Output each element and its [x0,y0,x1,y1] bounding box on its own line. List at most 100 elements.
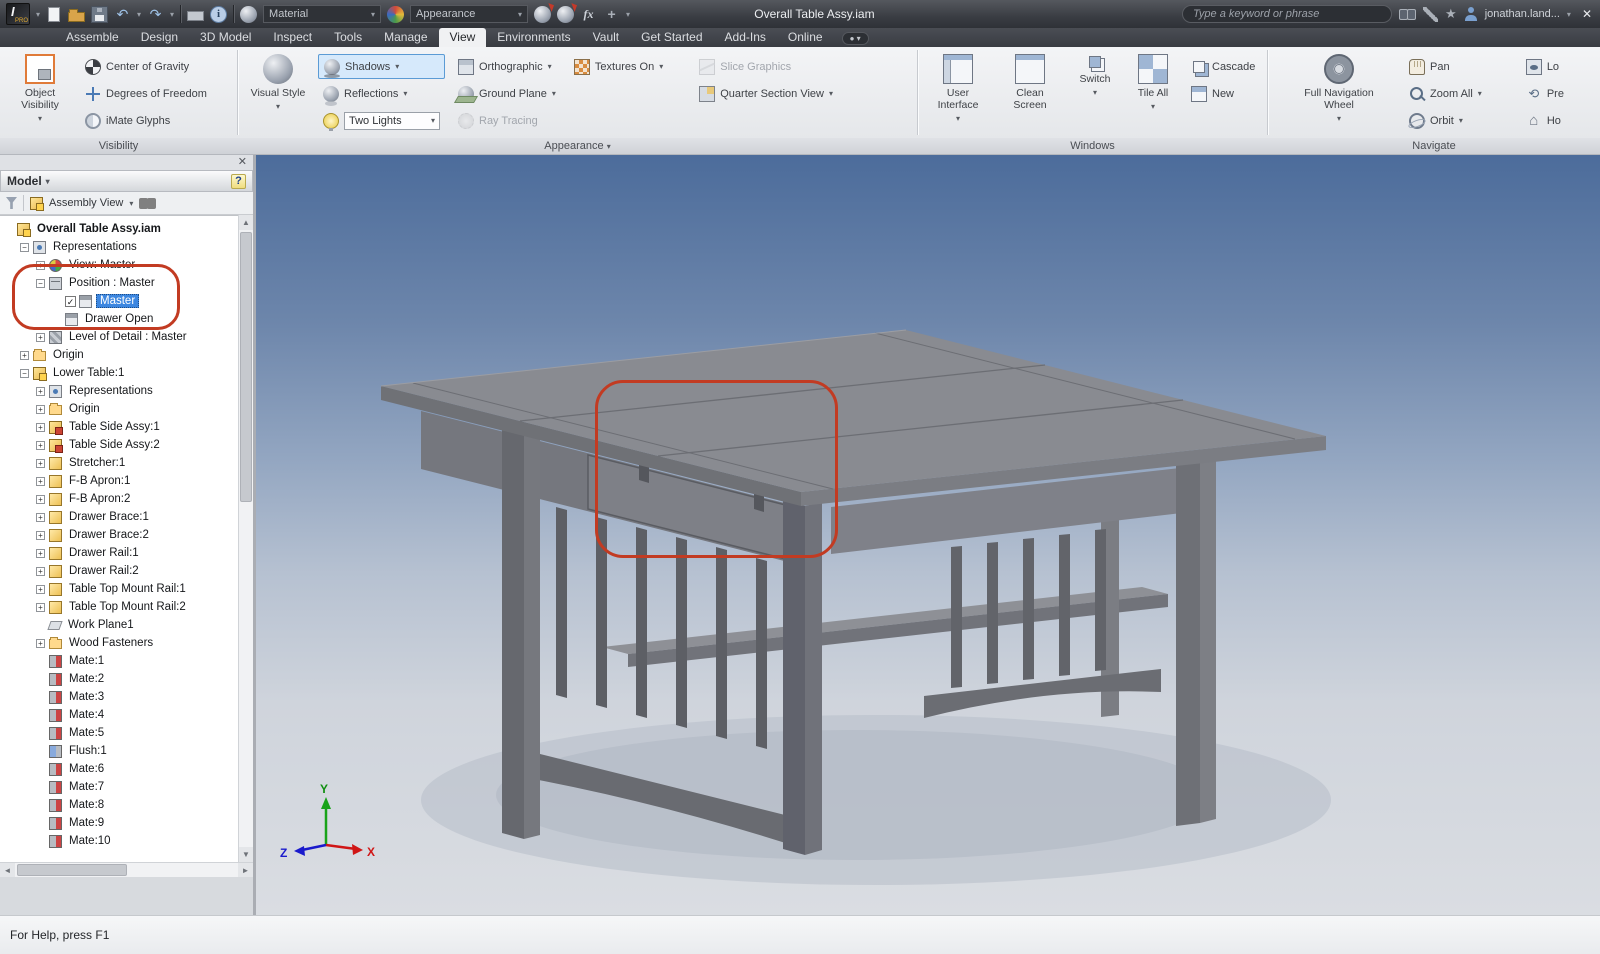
home-button[interactable]: ⌂ Ho [1521,108,1569,133]
center-of-gravity-button[interactable]: Center of Gravity [80,54,212,79]
ribbon-display-options-icon[interactable]: ● ▾ [841,32,869,45]
dropdown-icon[interactable]: ▾ [829,89,833,98]
qat-more-dropdown-icon[interactable]: ▾ [626,10,630,19]
expander-icon[interactable]: + [36,386,45,396]
tree-item-label[interactable]: Origin [50,348,87,362]
dropdown-icon[interactable]: ▾ [548,62,552,71]
clean-screen-button[interactable]: Clean Screen [998,51,1062,134]
tree-item-label[interactable]: Mate:9 [66,816,107,830]
degrees-of-freedom-button[interactable]: Degrees of Freedom [80,81,212,106]
tree-item-label[interactable]: F-B Apron:2 [66,492,133,506]
ribbon-tab-view[interactable]: View [438,28,487,47]
lights-dropdown[interactable]: Two Lights ▾ [344,111,440,130]
ribbon-tab-3d-model[interactable]: 3D Model [189,28,262,47]
appearance-dropdown[interactable]: Appearance ▾ [410,5,529,23]
tree-item-label[interactable]: Mate:3 [66,690,107,704]
close-panel-icon[interactable]: ✕ [238,155,247,168]
expander-icon[interactable]: + [36,476,45,486]
vertical-scrollbar[interactable]: ▲ ▼ [238,215,253,862]
tree-item[interactable]: + Drawer Brace:2 [0,526,238,544]
full-navigation-wheel-button[interactable]: Full Navigation Wheel ▾ [1296,51,1382,134]
search-input[interactable] [1182,5,1393,23]
tree-item-label[interactable]: Position : Master [66,276,158,290]
tree-item[interactable]: + Table Side Assy:1 [0,418,238,436]
scroll-down-icon[interactable]: ▼ [239,847,253,862]
tree-item-label[interactable]: Table Top Mount Rail:1 [66,582,189,596]
iproperties-icon[interactable]: i [210,5,228,23]
visual-style-button[interactable]: Visual Style ▾ [246,51,310,134]
scrollbar-thumb[interactable] [240,232,252,502]
material-sphere-icon[interactable] [240,5,258,23]
tree-item[interactable]: Mate:8 [0,796,238,814]
tree-item[interactable]: Flush:1 [0,742,238,760]
tree-item-label[interactable]: Drawer Brace:1 [66,510,152,524]
tree-item-label[interactable]: Drawer Rail:2 [66,564,142,578]
tree-item[interactable]: − Position : Master [0,274,238,292]
expander-icon[interactable]: + [36,548,45,558]
tree-item[interactable]: Mate:6 [0,760,238,778]
undo-icon[interactable]: ↶ [114,6,131,23]
tree-item-label[interactable]: Mate:4 [66,708,107,722]
tree-item-label[interactable]: Wood Fasteners [66,636,156,650]
tree-item-label[interactable]: Stretcher:1 [66,456,128,470]
object-visibility-button[interactable]: Object Visibility ▾ [8,51,72,134]
tree-item-label[interactable]: Level of Detail : Master [66,330,190,344]
tree-item[interactable]: + Drawer Rail:2 [0,562,238,580]
tree-item-label[interactable]: Representations [66,384,156,398]
scroll-up-icon[interactable]: ▲ [239,215,253,230]
switch-button[interactable]: Switch ▾ [1070,51,1120,134]
redo-icon[interactable]: ↷ [147,6,164,23]
tree-item-label[interactable]: Mate:5 [66,726,107,740]
browser-title[interactable]: Model [7,174,42,188]
adjust-material-icon[interactable] [534,5,552,23]
ribbon-tab-environments[interactable]: Environments [486,28,581,47]
ribbon-tab-manage[interactable]: Manage [373,28,438,47]
scroll-left-icon[interactable]: ◄ [0,863,15,877]
tree-item[interactable]: Drawer Open [0,310,238,328]
shadows-button[interactable]: Shadows ▾ [318,54,445,79]
ribbon-tab-design[interactable]: Design [130,28,189,47]
expander-icon[interactable]: − [20,368,29,378]
tree-item[interactable]: + Table Top Mount Rail:1 [0,580,238,598]
zoom-all-button[interactable]: Zoom All ▾ [1404,81,1487,106]
dropdown-icon[interactable]: ▾ [403,89,407,98]
expander-icon[interactable]: + [36,422,45,432]
ribbon-tab-tools[interactable]: Tools [323,28,373,47]
tree-item[interactable]: + Origin [0,346,238,364]
dropdown-icon[interactable]: ▾ [129,199,133,208]
ribbon-tab-inspect[interactable]: Inspect [262,28,323,47]
navigate-panel-label[interactable]: Navigate [1268,138,1600,154]
tree-item[interactable]: − Lower Table:1 [0,364,238,382]
tree-item-label[interactable]: Representations [50,240,140,254]
dropdown-icon[interactable]: ▾ [552,89,556,98]
tree-item[interactable]: + Table Top Mount Rail:2 [0,598,238,616]
user-account-icon[interactable] [1464,7,1478,21]
pan-button[interactable]: Pan [1404,54,1487,79]
visibility-panel-label[interactable]: Visibility [0,138,237,154]
expander-icon[interactable]: + [36,458,45,468]
clear-appearance-icon[interactable] [557,5,575,23]
dropdown-icon[interactable]: ▾ [1459,116,1463,125]
checkbox-checked[interactable]: ✓ [65,295,76,307]
find-binoculars-icon[interactable] [139,196,157,211]
tree-item-label[interactable]: Flush:1 [66,744,110,758]
tree-item-label[interactable]: Drawer Brace:2 [66,528,152,542]
expander-icon[interactable]: + [36,440,45,450]
user-interface-button[interactable]: User Interface ▾ [926,51,990,134]
tree-item[interactable]: + Drawer Rail:1 [0,544,238,562]
tree-item-label[interactable]: Drawer Open [82,312,156,326]
tree-item[interactable]: Overall Table Assy.iam [0,220,238,238]
tree-item[interactable]: + Drawer Brace:1 [0,508,238,526]
expander-icon[interactable]: + [36,584,45,594]
dropdown-icon[interactable]: ▾ [659,62,663,71]
tree-item-label[interactable]: Drawer Rail:1 [66,546,142,560]
add-icon[interactable]: + [603,6,620,23]
tree-item-label[interactable]: Work Plane1 [65,618,137,632]
windows-panel-label[interactable]: Windows [918,138,1267,154]
new-window-button[interactable]: New [1186,81,1260,106]
new-file-icon[interactable] [48,6,61,22]
imate-glyphs-button[interactable]: iMate Glyphs [80,108,212,133]
reflections-button[interactable]: Reflections ▾ [318,81,445,106]
ribbon-tab-get-started[interactable]: Get Started [630,28,713,47]
ribbon-tab-online[interactable]: Online [777,28,834,47]
